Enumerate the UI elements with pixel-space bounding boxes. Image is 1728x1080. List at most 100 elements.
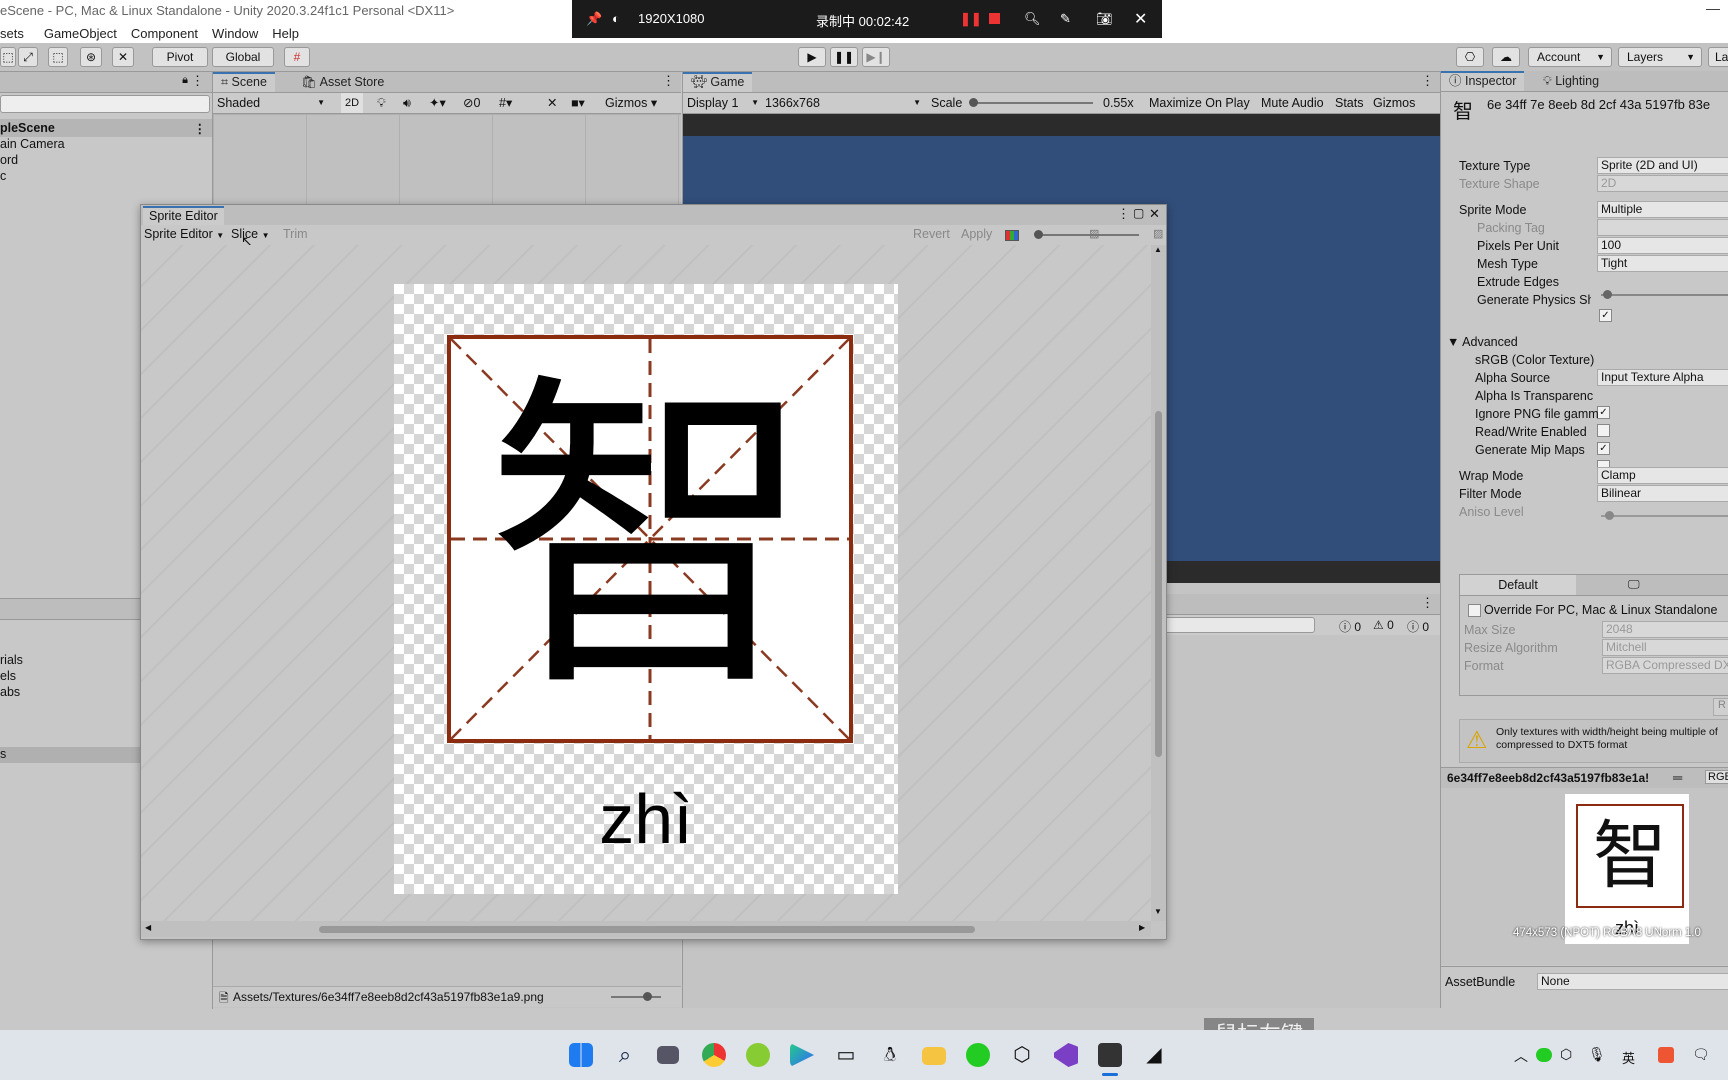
zoom-slider-handle[interactable] xyxy=(1034,230,1043,239)
channel-dropdown[interactable]: RGB xyxy=(1705,770,1728,784)
rect-tool-icon[interactable]: ⬚ xyxy=(0,47,16,67)
mute-audio-toggle[interactable]: Mute Audio xyxy=(1261,93,1324,113)
systray-wechat-icon[interactable] xyxy=(1536,1048,1552,1062)
scene-row[interactable]: pleScene ⋮ xyxy=(0,119,212,137)
shading-dropdown[interactable]: Shaded ▼ xyxy=(217,93,329,113)
lighting-toggle-icon[interactable]: 💡︎ xyxy=(377,93,386,113)
layers-dropdown[interactable]: Layers ▼ xyxy=(1618,47,1702,67)
grid-toggle-icon[interactable]: #▾ xyxy=(499,93,512,113)
alpha-is-transparency-checkbox[interactable]: ✓ xyxy=(1597,406,1610,419)
camera-icon[interactable]: 📷︎ xyxy=(1096,11,1113,27)
systray-s-icon[interactable] xyxy=(1658,1047,1674,1063)
display-dropdown[interactable]: Display 1 ▼ xyxy=(687,93,759,113)
browser-icon[interactable] xyxy=(746,1043,770,1067)
play-button[interactable]: ▶ xyxy=(798,47,826,67)
sprite-texture[interactable]: 智 zhì xyxy=(394,284,898,894)
scrollbar-thumb[interactable] xyxy=(319,926,975,933)
ime-indicator[interactable]: 英 xyxy=(1622,1048,1635,1067)
scroll-up-icon[interactable]: ▲ xyxy=(1154,245,1162,254)
2d-toggle[interactable]: 2D xyxy=(341,93,363,113)
project-item[interactable]: els xyxy=(0,669,16,683)
collab-icon[interactable]: ⎔ xyxy=(1456,47,1484,67)
sprite-editor-title-tab[interactable]: Sprite Editor xyxy=(143,206,224,225)
global-button[interactable]: Global xyxy=(212,47,274,67)
start-icon[interactable] xyxy=(569,1043,593,1067)
scroll-left-icon[interactable]: ◀ xyxy=(145,923,151,932)
mesh-type-dropdown[interactable]: Tight xyxy=(1597,255,1728,272)
pixels-per-unit-input[interactable]: 100 xyxy=(1597,237,1728,254)
menu-dots-icon[interactable]: ⋮ xyxy=(1421,73,1434,89)
scroll-right-icon[interactable]: ▶ xyxy=(1139,923,1145,932)
microphone-icon[interactable]: 🎙︎ xyxy=(1588,1046,1606,1063)
zoom-icon[interactable]: 🔍︎ xyxy=(1024,11,1041,27)
qq-icon[interactable]: 🐧︎ xyxy=(878,1043,902,1067)
menu-help[interactable]: Help xyxy=(272,26,299,41)
pen-icon[interactable]: ✎ xyxy=(1060,11,1071,27)
horizontal-scrollbar[interactable]: ◀ ▶ xyxy=(141,921,1151,937)
extrude-edges-handle[interactable] xyxy=(1603,290,1612,299)
close-icon[interactable]: ✕ xyxy=(1149,206,1160,222)
video-call-icon[interactable]: ▭ xyxy=(834,1043,858,1067)
tab-game[interactable]: 👾︎ Game xyxy=(683,72,753,92)
scrollbar-thumb[interactable] xyxy=(1155,411,1162,757)
console-search-input[interactable] xyxy=(1163,617,1315,633)
mip-slider-icon[interactable]: ═ xyxy=(1673,770,1682,785)
pivot-button[interactable]: Pivot xyxy=(152,47,208,67)
menu-window[interactable]: Window xyxy=(212,26,258,41)
menu-gameobject[interactable]: GameObject xyxy=(44,26,117,41)
tools-toggle-icon[interactable]: ✕ xyxy=(547,93,557,113)
menu-dots-icon[interactable]: ⋮ xyxy=(1117,206,1130,222)
maximize-on-play-toggle[interactable]: Maximize On Play xyxy=(1149,93,1250,113)
filter-mode-dropdown[interactable]: Bilinear xyxy=(1597,485,1728,502)
sprite-mode-dropdown[interactable]: Multiple xyxy=(1597,201,1728,218)
game-viewport[interactable] xyxy=(683,114,1440,136)
read-write-checkbox[interactable]: ✓ xyxy=(1597,442,1610,455)
hierarchy-search-input[interactable] xyxy=(0,95,210,113)
pause-button[interactable]: ❚❚ xyxy=(830,47,858,67)
stop-record-icon[interactable] xyxy=(989,13,1000,24)
menu-component[interactable]: Component xyxy=(131,26,198,41)
advanced-foldout[interactable]: ▼ Advanced xyxy=(1447,335,1518,349)
apply-button[interactable]: Apply xyxy=(961,227,992,241)
file-explorer-icon[interactable] xyxy=(922,1047,946,1065)
unity-icon[interactable]: ◢ xyxy=(1142,1043,1166,1067)
tab-lighting[interactable]: 💡︎ Lighting xyxy=(1535,71,1607,91)
mip-icon[interactable]: ▨ xyxy=(1089,227,1099,240)
hidden-objects-icon[interactable]: ⊘0 xyxy=(463,93,480,113)
stats-toggle[interactable]: Stats xyxy=(1335,93,1364,113)
trim-button[interactable]: Trim xyxy=(283,227,308,241)
systray-app-icon[interactable]: ⬡ xyxy=(1560,1046,1572,1063)
tab-default-platform[interactable]: Default xyxy=(1460,575,1576,595)
hierarchy-item[interactable]: ord xyxy=(0,153,18,167)
extrude-edges-slider[interactable] xyxy=(1601,294,1728,296)
scale-tool-icon[interactable]: ⤢ xyxy=(18,47,38,67)
resolution-dropdown[interactable]: 1366x768 ▼ xyxy=(765,93,925,113)
alpha-source-dropdown[interactable]: Input Texture Alpha xyxy=(1597,369,1728,386)
project-item[interactable]: abs xyxy=(0,685,20,699)
menu-dots-icon[interactable]: ⋮ xyxy=(191,73,204,89)
chrome-icon[interactable] xyxy=(702,1043,726,1067)
grid-snap-icon[interactable]: # xyxy=(284,47,310,67)
sprite-canvas[interactable]: 智 zhì xyxy=(141,245,1151,921)
custom-tool-icon[interactable]: ✕ xyxy=(112,47,134,67)
menu-dots-icon[interactable]: ⋮ xyxy=(1421,595,1434,611)
zoom-slider-handle[interactable] xyxy=(643,992,652,1001)
menu-dots-icon[interactable]: ⋮ xyxy=(194,121,207,136)
scale-slider-handle[interactable] xyxy=(969,98,978,107)
cloud-icon[interactable]: ☁ xyxy=(1492,47,1520,67)
task-view-icon[interactable] xyxy=(657,1046,679,1064)
wechat-icon[interactable] xyxy=(966,1043,990,1067)
tab-asset-store[interactable]: 🛍︎ Asset Store xyxy=(293,72,392,92)
close-icon[interactable]: ✕ xyxy=(1134,9,1147,29)
vertical-scrollbar[interactable]: ▲ ▼ xyxy=(1151,245,1166,921)
notification-icon[interactable]: 🗨︎ xyxy=(1692,1046,1710,1063)
pause-record-icon[interactable]: ❚❚ xyxy=(960,11,982,27)
project-item[interactable]: rials xyxy=(0,653,23,667)
sprite-editor-mode-dropdown[interactable]: Sprite Editor ▼ xyxy=(144,227,224,241)
warning-count-toggle[interactable]: ⚠ 0 xyxy=(1373,618,1394,632)
hierarchy-item[interactable]: ain Camera xyxy=(0,137,65,151)
scroll-down-icon[interactable]: ▼ xyxy=(1154,907,1162,916)
generate-physics-checkbox[interactable]: ✓ xyxy=(1599,309,1612,322)
layout-dropdown[interactable]: La xyxy=(1708,47,1728,67)
ignore-png-checkbox[interactable] xyxy=(1597,424,1610,437)
